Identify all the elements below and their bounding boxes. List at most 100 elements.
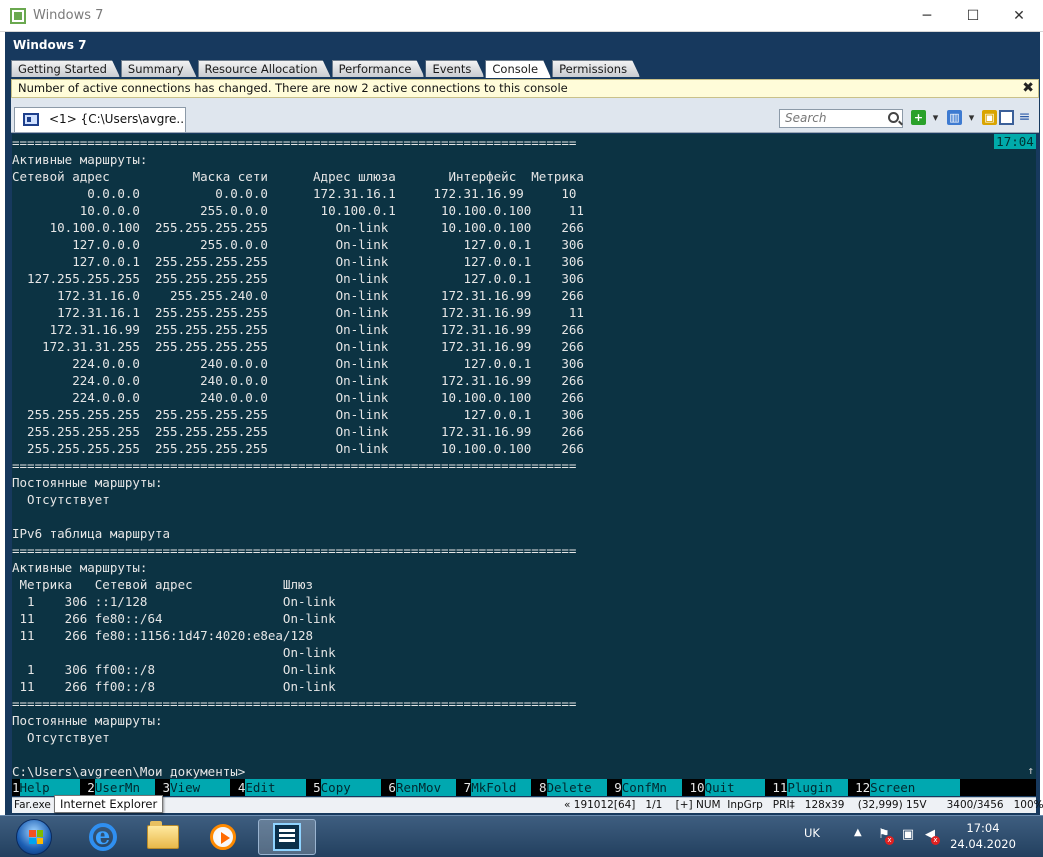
start-orb-icon — [16, 819, 52, 855]
vm-title: Windows 7 — [13, 38, 87, 52]
show-hidden-icons-icon[interactable]: ▲ — [854, 827, 862, 838]
search-icon[interactable] — [888, 112, 899, 123]
tab-performance[interactable]: Performance — [332, 60, 425, 77]
window-title: Windows 7 — [33, 8, 104, 23]
taskbar-explorer[interactable] — [136, 819, 190, 855]
search-input[interactable]: Search — [779, 109, 903, 128]
hamburger-menu-icon[interactable]: ≡ — [1017, 110, 1032, 125]
console-line: 172.31.16.0 255.255.240.0 On-link 172.31… — [12, 288, 584, 303]
minimize-icon: ─ — [922, 7, 932, 24]
console-session-label: <1> {C:\Users\avgre... — [49, 112, 186, 126]
console-line: Активные маршруты: — [12, 560, 148, 575]
lock-icon[interactable]: ▣ — [982, 110, 997, 125]
vsphere-app-icon — [10, 8, 26, 24]
scroll-up-icon[interactable]: ↑ — [1027, 762, 1034, 779]
windows-taskbar: UK ▲ ⚑x ▣ ◀x 17:04 24.04.2020 — [0, 815, 1043, 857]
far-manager-icon — [273, 823, 301, 851]
console-prompt[interactable]: C:\Users\avgreen\Мои документы> — [12, 763, 584, 780]
connection-notification: Number of active connections has changed… — [11, 79, 1039, 98]
console-line: ========================================… — [12, 696, 577, 711]
fkey-view[interactable]: 3 View — [155, 779, 231, 796]
fkey-copy[interactable]: 5 Copy — [305, 779, 381, 796]
tab-console[interactable]: Console — [485, 60, 551, 78]
fkey-delete[interactable]: 8 Delete — [531, 779, 607, 796]
minimize-button[interactable]: ─ — [904, 0, 950, 31]
chevron-down-icon[interactable]: ▾ — [964, 110, 979, 125]
fkey-quit[interactable]: 10 Quit — [682, 779, 765, 796]
window-titlebar: Windows 7 ─ ☐ ✕ — [0, 0, 1043, 32]
console-line: 172.31.31.255 255.255.255.255 On-link 17… — [12, 339, 584, 354]
network-icon[interactable]: ▣ — [900, 827, 916, 843]
tab-getting-started[interactable]: Getting Started — [11, 60, 120, 77]
fkey-help[interactable]: 1 Help — [12, 779, 80, 796]
volume-muted-icon[interactable]: ◀ x — [922, 827, 940, 845]
notification-text: Number of active connections has changed… — [18, 81, 568, 95]
console-line: 0.0.0.0 0.0.0.0 172.31.16.1 172.31.16.99… — [12, 186, 577, 201]
console-line: 224.0.0.0 240.0.0.0 On-link 10.100.0.100… — [12, 390, 584, 405]
console-line: 255.255.255.255 255.255.255.255 On-link … — [12, 441, 584, 456]
split-layout-icon[interactable]: ▥ — [947, 110, 962, 125]
fkey-confmn[interactable]: 9 ConfMn — [606, 779, 682, 796]
console-line: 11 266 fe80::1156:1d47:4020:e8ea/128 — [12, 628, 314, 643]
far-clock: 17:04 — [994, 134, 1036, 149]
console-line: Постоянные маршруты: — [12, 475, 163, 490]
status-info: « 191012[64] 1/1 [+] NUM InpGrp PRI‡ 128… — [564, 799, 1043, 811]
input-language[interactable]: UK — [804, 826, 820, 840]
new-console-icon[interactable]: + — [911, 110, 926, 125]
far-keybar: 1 Help 2 UserMn 3 View 4 Edit 5 Copy 6 RenMov … — [12, 779, 1036, 796]
tab-summary[interactable]: Summary — [121, 60, 197, 77]
taskbar-media-player[interactable] — [196, 819, 250, 855]
internet-explorer-icon — [89, 821, 117, 851]
error-badge-icon: x — [885, 836, 894, 845]
maximize-icon: ☐ — [966, 7, 980, 24]
start-button[interactable] — [12, 817, 60, 857]
fkey-mkfold[interactable]: 7 MkFold — [456, 779, 532, 796]
console-window-icon — [23, 113, 39, 126]
action-center-flag-icon[interactable]: ⚑ x — [876, 827, 894, 845]
console-line: ========================================… — [12, 458, 577, 473]
console-line: Отсутствует — [12, 730, 110, 745]
taskbar-tooltip: Internet Explorer — [54, 795, 164, 813]
mute-badge-icon: x — [931, 836, 940, 845]
console-line: 255.255.255.255 255.255.255.255 On-link … — [12, 424, 584, 439]
tab-events[interactable]: Events — [425, 60, 484, 77]
folder-icon — [147, 821, 179, 849]
console-line: Сетевой адрес Маска сети Адрес шлюза Инт… — [12, 169, 584, 184]
console-line: ========================================… — [12, 543, 577, 558]
console-line: Активные маршруты: — [12, 152, 148, 167]
console-session-tab[interactable]: <1> {C:\Users\avgre... — [14, 107, 186, 132]
console-line: IPv6 таблица маршрута — [12, 526, 171, 541]
panel-toggle-icon[interactable] — [999, 110, 1014, 125]
console-line: 127.0.0.1 255.255.255.255 On-link 127.0.… — [12, 254, 584, 269]
search-placeholder: Search — [785, 111, 827, 125]
fkey-plugin[interactable]: 11 Plugin — [764, 779, 848, 796]
console-line: 11 266 fe80::/64 On-link — [12, 611, 336, 626]
maximize-button[interactable]: ☐ — [950, 0, 996, 31]
console-line: 224.0.0.0 240.0.0.0 On-link 127.0.0.1 30… — [12, 356, 584, 371]
console-line: 172.31.16.1 255.255.255.255 On-link 172.… — [12, 305, 584, 320]
fkey-edit[interactable]: 4 Edit — [230, 779, 306, 796]
console-line: Отсутствует — [12, 492, 110, 507]
dismiss-notification-icon[interactable]: ✖ — [1022, 81, 1034, 96]
clock-time[interactable]: 17:04 — [955, 821, 1011, 836]
close-button[interactable]: ✕ — [996, 0, 1042, 31]
console-line: On-link — [12, 645, 336, 660]
taskbar-internet-explorer[interactable] — [76, 819, 130, 855]
status-process: Far.exe — [14, 799, 51, 811]
tab-resource-allocation[interactable]: Resource Allocation — [198, 60, 331, 77]
fkey-usermn[interactable]: 2 UserMn — [79, 779, 156, 796]
console-line: 255.255.255.255 255.255.255.255 On-link … — [12, 407, 584, 422]
tab-permissions[interactable]: Permissions — [552, 60, 640, 77]
taskbar-far-manager[interactable] — [258, 819, 316, 855]
console-line: 11 266 ff00::/8 On-link — [12, 679, 336, 694]
console-line: Постоянные маршруты: — [12, 713, 163, 728]
console-line: ========================================… — [12, 135, 577, 150]
clock-date[interactable]: 24.04.2020 — [950, 837, 1016, 852]
chevron-down-icon[interactable]: ▾ — [928, 110, 943, 125]
far-console-output[interactable]: ========================================… — [12, 134, 1036, 796]
media-player-icon — [210, 824, 236, 850]
fkey-renmov[interactable]: 6 RenMov — [380, 779, 457, 796]
fkey-screen[interactable]: 12 Screen — [847, 779, 961, 796]
